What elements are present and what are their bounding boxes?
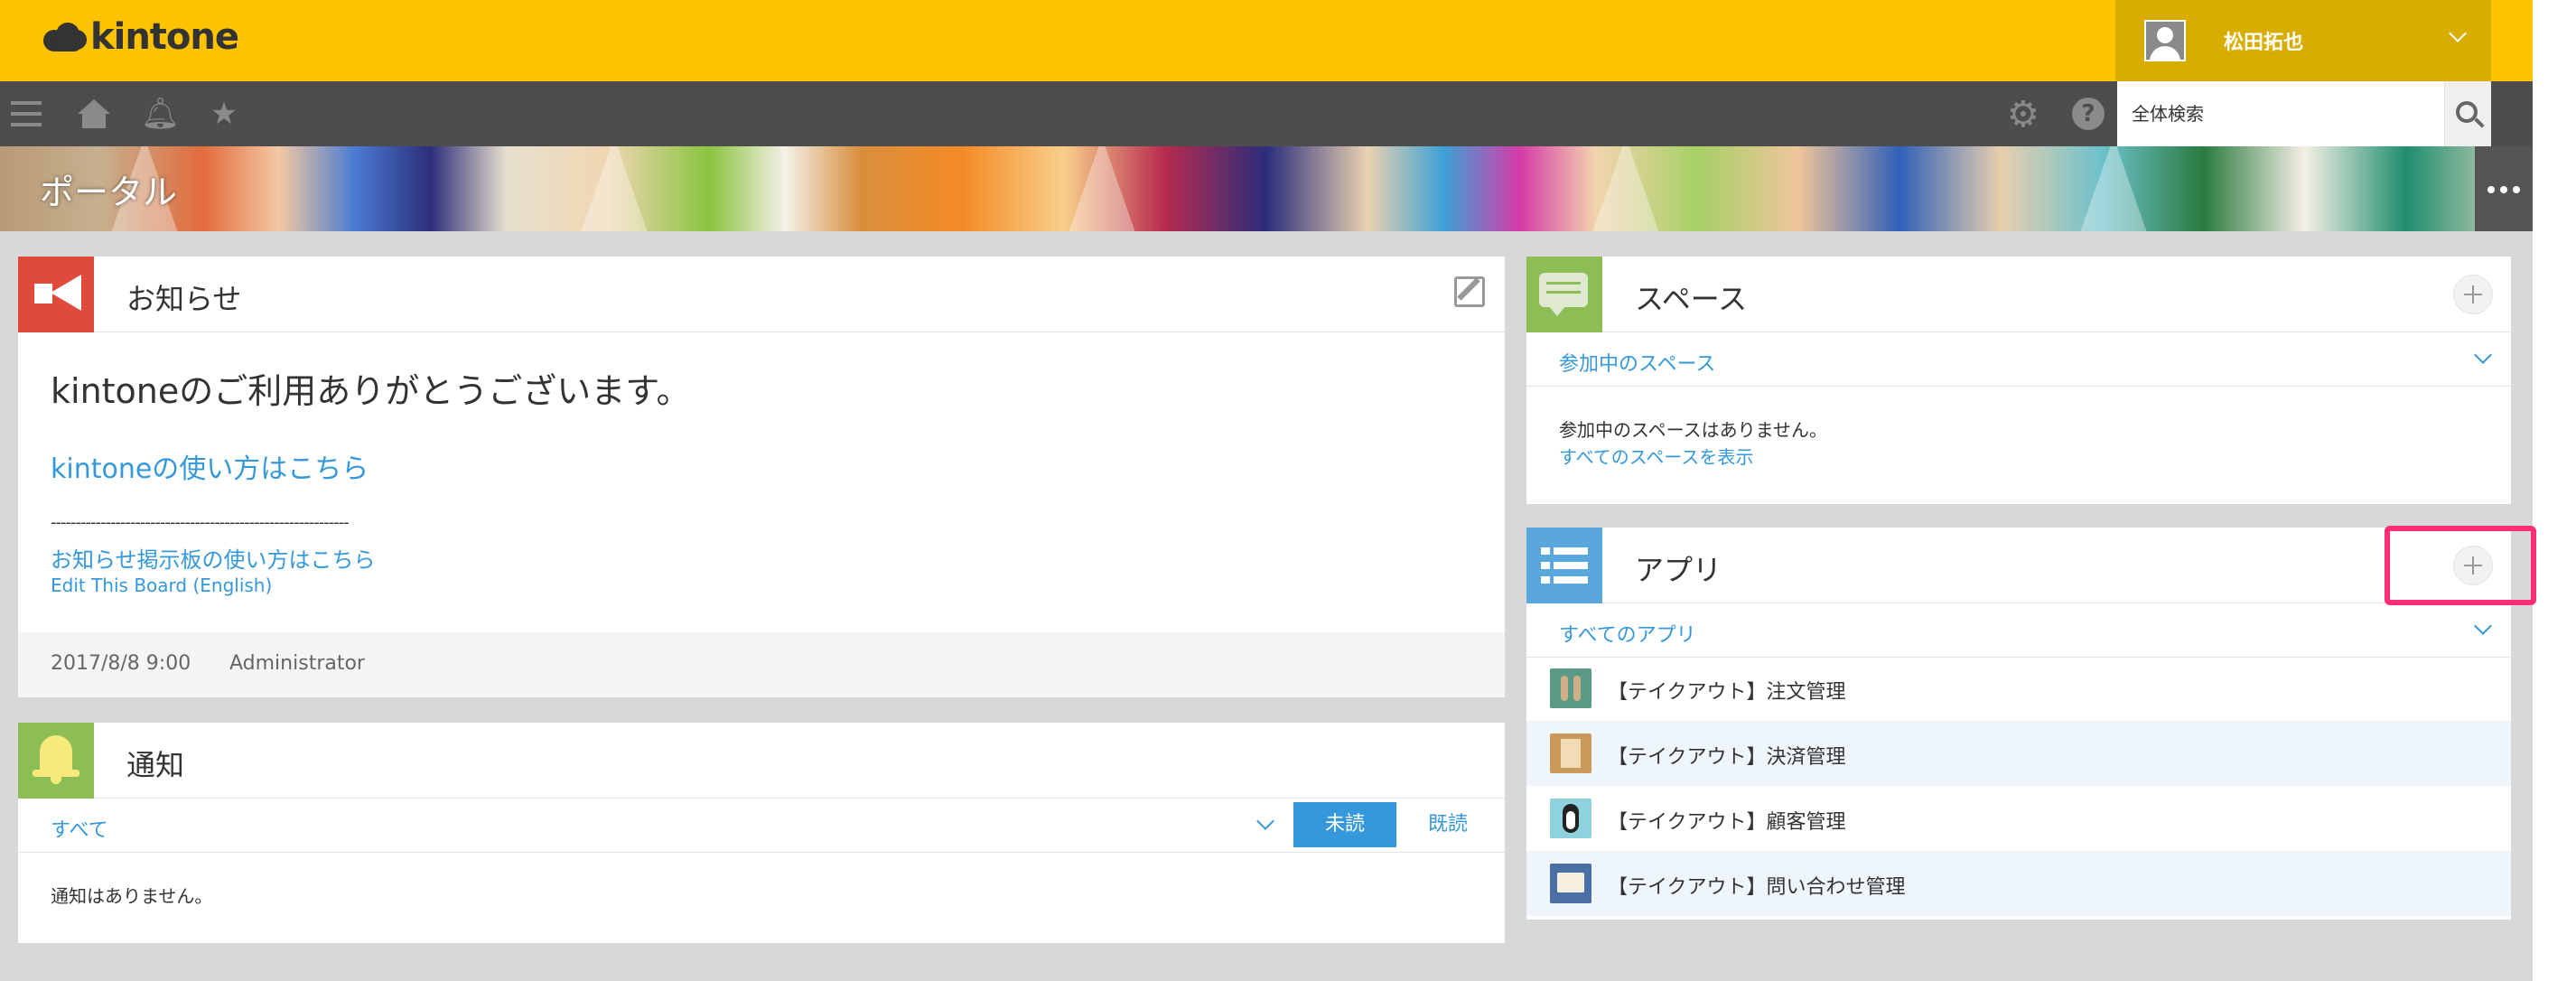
penguin-icon	[1550, 799, 1591, 838]
home-icon[interactable]	[76, 98, 112, 130]
notice-author[interactable]: Administrator	[229, 652, 365, 675]
chevron-down-icon[interactable]	[2474, 346, 2492, 364]
spaces-filter[interactable]: 参加中のスペース	[1526, 332, 2511, 387]
edit-icon[interactable]	[1454, 276, 1485, 307]
spaces-empty: 参加中のスペースはありません。	[1559, 419, 1827, 441]
spaces-panel: スペース 参加中のスペース 参加中のスペースはありません。 すべてのスペースを表…	[1526, 257, 2511, 504]
notice-footer: 2017/8/8 9:00 Administrator	[18, 632, 1505, 697]
apps-title: アプリ	[1635, 553, 1722, 587]
app-label[interactable]: 【テイクアウト】決済管理	[1608, 741, 1846, 770]
apps-filter-label[interactable]: すべてのアプリ	[1559, 619, 1696, 648]
chevron-down-icon[interactable]	[1256, 812, 1274, 830]
notifications-panel-header: 通知	[18, 723, 1505, 799]
global-search-input[interactable]	[2117, 81, 2444, 146]
notifications-empty: 通知はありません。	[51, 885, 213, 907]
app-list-item[interactable]: 【テイクアウト】決済管理	[1526, 721, 2511, 786]
kintone-logo[interactable]: kintone	[43, 16, 239, 58]
app-list-item[interactable]: 【テイクアウト】問い合わせ管理	[1526, 851, 2511, 916]
tab-unread[interactable]: 未読	[1293, 802, 1396, 847]
app-label[interactable]: 【テイクアウト】顧客管理	[1608, 806, 1846, 835]
app-label[interactable]: 【テイクアウト】問い合わせ管理	[1608, 871, 1906, 900]
notice-panel-header: お知らせ	[18, 257, 1505, 332]
more-options-button[interactable]	[2475, 146, 2533, 231]
notice-date: 2017/8/8 9:00	[51, 652, 191, 675]
show-all-spaces-link[interactable]: すべてのスペースを表示	[1559, 443, 1753, 469]
megaphone-icon	[18, 257, 94, 332]
tab-read[interactable]: 既読	[1396, 802, 1499, 847]
receipt-icon	[1550, 733, 1591, 773]
notifications-panel: 通知 すべて 通知はありません。	[18, 723, 1505, 943]
page-title: ポータル	[40, 173, 178, 212]
notice-heading: kintoneのご利用ありがとうございます。	[51, 371, 691, 411]
spaces-panel-header: スペース	[1526, 257, 2511, 332]
chevron-down-icon[interactable]	[2474, 617, 2492, 635]
bell-icon	[18, 723, 94, 799]
spaces-filter-label[interactable]: 参加中のスペース	[1559, 348, 1715, 377]
notifications-filter[interactable]: すべて	[18, 799, 1505, 853]
notice-title: お知らせ	[126, 282, 242, 316]
page-gutter	[2533, 0, 2576, 981]
portal-banner: ポータル	[0, 146, 2533, 231]
edit-board-english-link[interactable]: Edit This Board (English)	[51, 575, 272, 596]
top-header: kintone 松田拓也	[0, 0, 2533, 81]
app-list-item[interactable]: 【テイクアウト】顧客管理	[1526, 786, 2511, 851]
bell-icon[interactable]: 🔔︎	[141, 98, 180, 130]
notice-divider-text: ----------------------------------------…	[51, 513, 350, 532]
search-button[interactable]	[2444, 81, 2491, 146]
menu-icon[interactable]	[7, 98, 43, 130]
spaces-title: スペース	[1635, 282, 1748, 316]
gear-icon[interactable]: ⚙	[2007, 94, 2039, 135]
apps-panel-header: アプリ	[1526, 528, 2511, 603]
list-icon	[1526, 528, 1602, 603]
chevron-down-icon	[2449, 24, 2467, 42]
notifications-title: 通知	[126, 748, 185, 782]
speech-bubble-icon	[1526, 257, 1602, 332]
logo-text: kintone	[90, 16, 239, 58]
app-list-item[interactable]: 【テイクアウト】注文管理	[1526, 656, 2511, 721]
help-icon[interactable]: ?	[2072, 98, 2105, 130]
avatar	[2144, 20, 2186, 61]
message-icon	[1550, 864, 1591, 903]
board-howto-link[interactable]: お知らせ掲示板の使い方はこちら	[51, 542, 376, 574]
user-name: 松田拓也	[2224, 32, 2304, 54]
apps-filter[interactable]: すべてのアプリ	[1526, 603, 2511, 658]
user-menu[interactable]: 松田拓也	[2115, 0, 2491, 81]
howto-link[interactable]: kintoneの使い方はこちら	[51, 446, 369, 486]
cloud-logo-icon	[43, 21, 87, 53]
cutlery-icon	[1550, 668, 1591, 708]
star-icon[interactable]: ★	[206, 98, 242, 130]
add-space-button[interactable]	[2453, 275, 2493, 314]
notifications-filter-label[interactable]: すべて	[51, 814, 108, 843]
app-label[interactable]: 【テイクアウト】注文管理	[1608, 676, 1846, 705]
highlight-annotation	[2385, 526, 2536, 605]
